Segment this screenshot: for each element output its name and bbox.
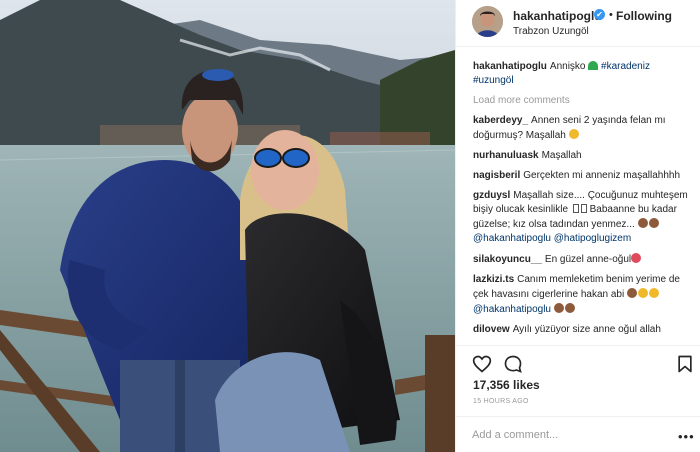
person-emoji-icon [648, 218, 659, 228]
comment-username[interactable]: nagisberil [473, 170, 520, 181]
likes-count[interactable]: 17,356 likes [473, 378, 540, 392]
comment-username[interactable]: nurhanuluask [473, 150, 539, 161]
comment: gzduysl Maşallah size.... Çocuğunuz muhte… [473, 189, 693, 246]
person-emoji-icon [626, 288, 637, 298]
add-comment-bar: ••• [456, 416, 700, 452]
separator-dot: • [609, 9, 613, 21]
comment-username[interactable]: kaberdeyy_ [473, 115, 528, 126]
hashtag[interactable]: #karadeniz [601, 61, 650, 72]
person-emoji-icon [637, 218, 648, 228]
avatar[interactable] [472, 6, 503, 37]
person-emoji-icon [553, 303, 564, 313]
mention[interactable]: @hakanhatipoglu [473, 304, 551, 315]
bookmark-icon[interactable] [675, 354, 695, 374]
comments-list: hakanhatipoglu Annişko #karadeniz #uzungö… [473, 60, 693, 345]
comment-bubble-icon[interactable] [503, 354, 523, 374]
comment: kaberdeyy_ Annen seni 2 yaşında felan mı … [473, 114, 693, 143]
comment-text: Gerçekten mi anneniz maşallahhhh [523, 170, 681, 181]
comment: dilovew Ayılı yüzüyor size anne oğul alla… [473, 323, 693, 337]
comment-username[interactable]: silakoyuncu__ [473, 254, 542, 265]
person-emoji-icon [564, 303, 575, 313]
missing-glyph-icon [572, 204, 579, 213]
comment-text: Ayılı yüzüyor size anne oğul allah [512, 324, 661, 335]
comment: lazkizi.ts Canım memleketim benim yerime … [473, 273, 693, 317]
comment-username[interactable]: dilovew [473, 324, 510, 335]
mention[interactable]: @hakanhatipoglu [473, 233, 551, 244]
caption: hakanhatipoglu Annişko #karadeniz #uzungö… [473, 60, 693, 88]
action-bar [456, 345, 700, 379]
caption-text: Annişko [549, 61, 586, 72]
post-sidebar: hakanhatipoglu ✔ • Following Trabzon Uzu… [455, 0, 700, 452]
comment-username[interactable]: lazkizi.ts [473, 274, 514, 285]
missing-glyph-icon [580, 204, 587, 213]
caption-username[interactable]: hakanhatipoglu [473, 61, 547, 72]
post-header: hakanhatipoglu ✔ • Following Trabzon Uzu… [456, 0, 700, 47]
clapping-emoji-icon [648, 288, 659, 298]
comment-username[interactable]: gzduysl [473, 190, 510, 201]
comment-input[interactable] [472, 427, 662, 443]
mention[interactable]: @hatipoglugizem [554, 233, 631, 244]
post-timestamp[interactable]: 15 HOURS AGO [473, 398, 529, 405]
grinning-emoji-icon [568, 129, 579, 139]
following-button[interactable]: Following [616, 9, 672, 23]
hashtag[interactable]: #uzungöl [473, 75, 514, 86]
heart-outline-icon[interactable] [472, 354, 492, 374]
comment: nagisberil Gerçekten mi anneniz maşallahh… [473, 169, 693, 183]
photo-illustration [0, 0, 455, 452]
post-username[interactable]: hakanhatipoglu [513, 9, 602, 23]
verified-badge-icon: ✔ [594, 9, 605, 20]
heart-emoji-icon [631, 253, 642, 263]
clapping-emoji-icon [637, 288, 648, 298]
comment: nurhanuluask Maşallah [473, 149, 693, 163]
more-options-icon[interactable]: ••• [678, 429, 695, 444]
green-heart-emoji-icon [588, 61, 599, 70]
load-more-comments[interactable]: Load more comments [473, 94, 693, 108]
comment-text: Maşallah [541, 150, 582, 161]
comment-text: En güzel anne-oğul [544, 254, 632, 265]
post-location[interactable]: Trabzon Uzungöl [513, 26, 589, 37]
post-photo[interactable] [0, 0, 455, 452]
comment: silakoyuncu__ En güzel anne-oğul [473, 252, 693, 267]
